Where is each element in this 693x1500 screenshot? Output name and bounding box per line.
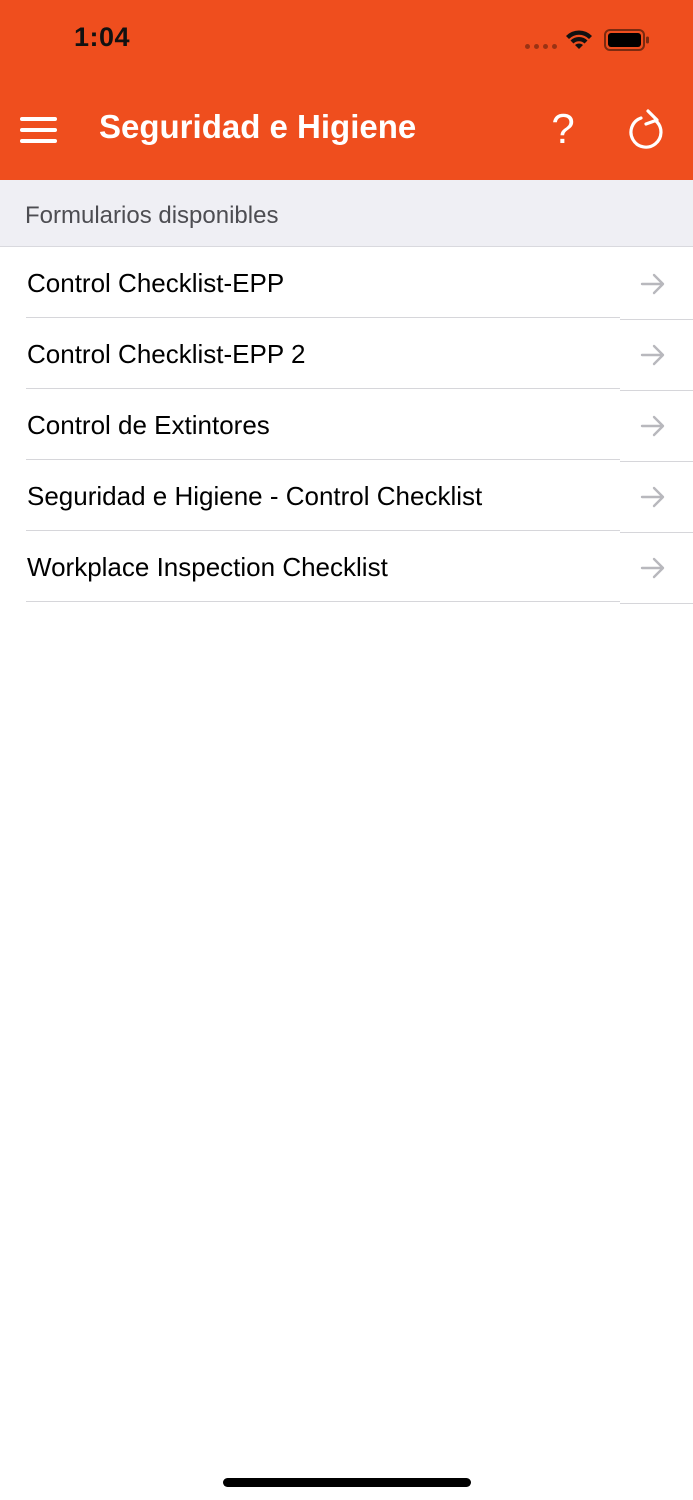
list-item-label: Seguridad e Higiene - Control Checklist: [27, 481, 483, 511]
arrow-right-icon: [640, 415, 665, 437]
list-item[interactable]: Workplace Inspection Checklist: [0, 531, 693, 604]
list-item-label: Control Checklist-EPP 2: [27, 339, 306, 369]
list-item[interactable]: Seguridad e Higiene - Control Checklist: [0, 460, 693, 533]
hamburger-menu-icon[interactable]: [20, 113, 58, 147]
list-item-label: Control de Extintores: [27, 410, 270, 440]
arrow-right-icon: [640, 557, 665, 579]
divider: [26, 601, 620, 602]
list-item[interactable]: Control de Extintores: [0, 389, 693, 462]
page-title: Seguridad e Higiene: [99, 108, 417, 145]
arrow-right-icon: [640, 486, 665, 508]
list-item[interactable]: Control Checklist-EPP 2: [0, 318, 693, 391]
refresh-icon[interactable]: [626, 108, 670, 154]
battery-icon: [604, 29, 649, 51]
section-header: Formularios disponibles: [0, 180, 693, 247]
section-header-label: Formularios disponibles: [25, 202, 279, 229]
arrow-right-icon: [640, 273, 665, 295]
status-time: 1:04: [74, 22, 131, 52]
arrow-right-icon: [640, 344, 665, 366]
cellular-signal-icon: [525, 44, 557, 49]
top-bar: 1:04 Seguridad e Higiene ?: [0, 0, 693, 180]
wifi-icon: [566, 30, 592, 49]
list-item-label: Control Checklist-EPP: [27, 268, 285, 298]
help-button[interactable]: ?: [540, 104, 586, 154]
forms-list: Control Checklist-EPP Control Checklist-…: [0, 247, 693, 604]
home-indicator[interactable]: [223, 1478, 471, 1487]
list-item[interactable]: Control Checklist-EPP: [0, 247, 693, 320]
divider: [620, 603, 693, 604]
list-item-label: Workplace Inspection Checklist: [27, 552, 388, 582]
